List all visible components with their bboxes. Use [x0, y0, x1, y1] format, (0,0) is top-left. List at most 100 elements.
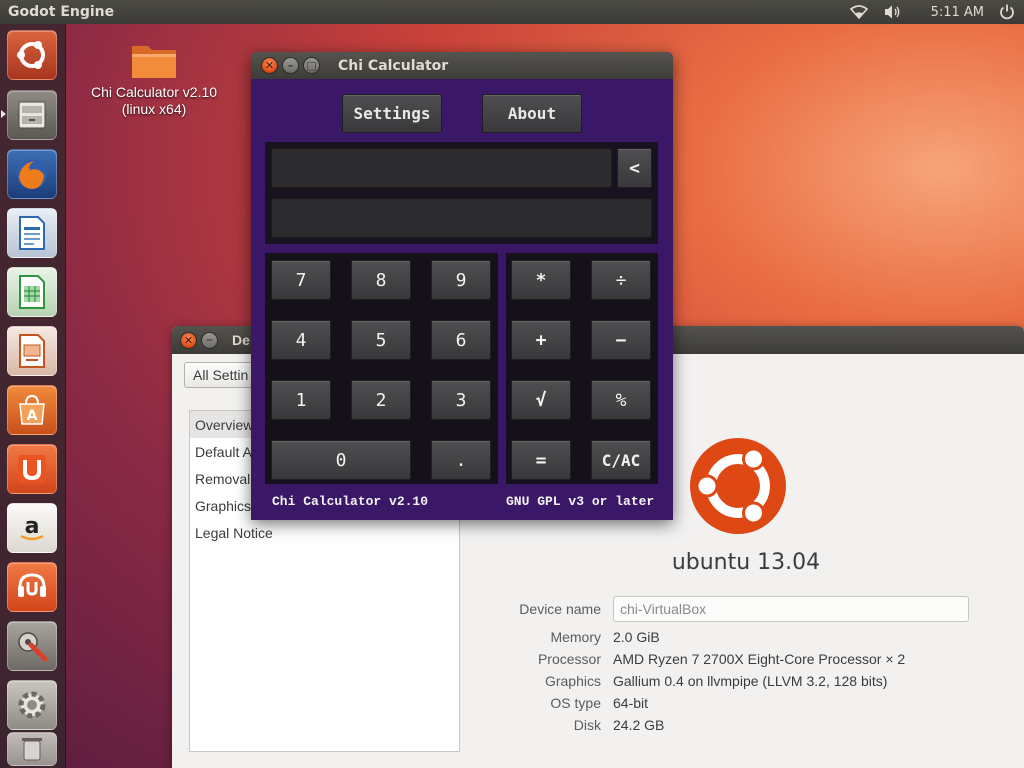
device-name-row: Device name chi-VirtualBox: [468, 596, 969, 622]
launcher-ubuntu-one[interactable]: [7, 444, 57, 494]
running-indicator: [1, 110, 6, 118]
launcher-writer[interactable]: [7, 208, 57, 258]
launcher-calc[interactable]: [7, 267, 57, 317]
desktop-folder[interactable]: Chi Calculator v2.10 (linux x64): [84, 40, 224, 118]
active-app-title: Godot Engine: [8, 4, 115, 20]
memory-row: Memory 2.0 GiB: [468, 629, 660, 645]
launcher-godot[interactable]: [7, 680, 57, 730]
equals-button[interactable]: =: [511, 440, 571, 480]
ubuntu-logo: [690, 438, 786, 534]
key-4[interactable]: 4: [271, 320, 331, 360]
power-icon[interactable]: [998, 3, 1016, 21]
calculator-titlebar[interactable]: ✕ – □ Chi Calculator: [251, 52, 673, 79]
amazon-icon: a: [20, 514, 44, 541]
sqrt-button[interactable]: √: [511, 380, 571, 420]
svg-text:A: A: [27, 408, 38, 424]
minimize-icon[interactable]: –: [201, 331, 218, 349]
close-icon[interactable]: ✕: [180, 331, 197, 349]
launcher-software-center[interactable]: A: [7, 385, 57, 435]
key-decimal[interactable]: .: [431, 440, 491, 480]
trash-icon: [22, 738, 42, 761]
os-type-value: 64-bit: [613, 695, 649, 711]
launcher-impress[interactable]: [7, 326, 57, 376]
key-8[interactable]: 8: [351, 260, 411, 300]
key-3[interactable]: 3: [431, 380, 491, 420]
key-6[interactable]: 6: [431, 320, 491, 360]
files-icon: [18, 101, 46, 129]
disk-label: Disk: [573, 717, 601, 733]
launcher-dash-home[interactable]: [7, 30, 57, 80]
clear-button[interactable]: C/AC: [591, 440, 651, 480]
clock[interactable]: 5:11 AM: [931, 5, 984, 20]
sidebar-item-legal-notice[interactable]: Legal Notice: [190, 519, 459, 546]
processor-row: Processor AMD Ryzen 7 2700X Eight-Core P…: [468, 651, 905, 667]
calc-icon: [19, 275, 45, 309]
launcher-trash[interactable]: [7, 732, 57, 766]
gear-icon: [18, 691, 46, 719]
minimize-icon[interactable]: –: [282, 57, 299, 74]
firefox-icon: [17, 159, 47, 189]
launcher-files[interactable]: [7, 90, 57, 140]
key-0[interactable]: 0: [271, 440, 411, 480]
ubuntu-dash-icon: [17, 41, 45, 69]
device-name-field[interactable]: chi-VirtualBox: [613, 596, 969, 622]
launcher-amazon[interactable]: a: [7, 503, 57, 553]
divide-button[interactable]: ÷: [591, 260, 651, 300]
svg-text:a: a: [25, 514, 40, 539]
settings-button[interactable]: Settings: [342, 94, 442, 133]
digit-keypad: 7 8 9 4 5 6 1 2 3 0 .: [265, 253, 498, 484]
folder-label-line1: Chi Calculator v2.10: [90, 84, 218, 100]
os-type-row: OS type 64-bit: [468, 695, 648, 711]
calculator-body: Settings About < 7 8 9 4 5 6 1 2 3 0 . *…: [251, 79, 673, 520]
system-tray: 5:11 AM: [849, 3, 1016, 21]
key-7[interactable]: 7: [271, 260, 331, 300]
volume-icon[interactable]: [883, 4, 903, 20]
processor-value: AMD Ryzen 7 2700X Eight-Core Processor ×…: [613, 651, 906, 667]
ubuntu-one-music-icon: [18, 573, 46, 597]
display-panel: <: [265, 142, 658, 244]
result-field[interactable]: [271, 198, 652, 238]
about-button[interactable]: About: [482, 94, 582, 133]
subtract-button[interactable]: −: [591, 320, 651, 360]
distro-version: ubuntu 13.04: [671, 550, 821, 575]
disk-row: Disk 24.2 GB: [468, 717, 665, 733]
key-2[interactable]: 2: [351, 380, 411, 420]
add-button[interactable]: +: [511, 320, 571, 360]
maximize-icon[interactable]: □: [303, 57, 320, 74]
top-panel: Godot Engine 5:11 AM: [0, 0, 1024, 24]
multiply-button[interactable]: *: [511, 260, 571, 300]
writer-icon: [19, 216, 45, 250]
key-1[interactable]: 1: [271, 380, 331, 420]
ubuntu-one-icon: [18, 455, 46, 483]
software-center-icon: A: [19, 394, 45, 425]
calculator-window: ✕ – □ Chi Calculator Settings About < 7 …: [251, 52, 673, 520]
graphics-row: Graphics Gallium 0.4 on llvmpipe (LLVM 3…: [468, 673, 887, 689]
launcher-ubuntu-one-music[interactable]: [7, 562, 57, 612]
operator-keypad: * ÷ + − √ % = C/AC: [506, 253, 658, 484]
settings-icon: [18, 632, 48, 662]
footer-license: GNU GPL v3 or later: [506, 494, 655, 509]
launcher: A a: [0, 24, 66, 768]
device-name-label: Device name: [519, 601, 601, 617]
wifi-icon[interactable]: [849, 4, 869, 20]
folder-icon: [130, 40, 178, 80]
launcher-system-settings[interactable]: [7, 621, 57, 671]
memory-value: 2.0 GiB: [613, 629, 660, 645]
os-type-label: OS type: [550, 695, 601, 711]
details-window-title: De: [232, 332, 250, 348]
folder-label-line2: (linux x64): [121, 101, 187, 117]
key-5[interactable]: 5: [351, 320, 411, 360]
backspace-button[interactable]: <: [617, 148, 652, 188]
graphics-label: Graphics: [544, 673, 601, 689]
launcher-firefox[interactable]: [7, 149, 57, 199]
key-9[interactable]: 9: [431, 260, 491, 300]
close-icon[interactable]: ✕: [261, 57, 278, 74]
disk-value: 24.2 GB: [613, 717, 665, 733]
expression-field[interactable]: [271, 148, 612, 188]
processor-label: Processor: [537, 651, 601, 667]
graphics-value: Gallium 0.4 on llvmpipe (LLVM 3.2, 128 b…: [613, 673, 888, 689]
calculator-title: Chi Calculator: [338, 57, 449, 74]
memory-label: Memory: [550, 629, 601, 645]
impress-icon: [19, 334, 45, 368]
percent-button[interactable]: %: [591, 380, 651, 420]
